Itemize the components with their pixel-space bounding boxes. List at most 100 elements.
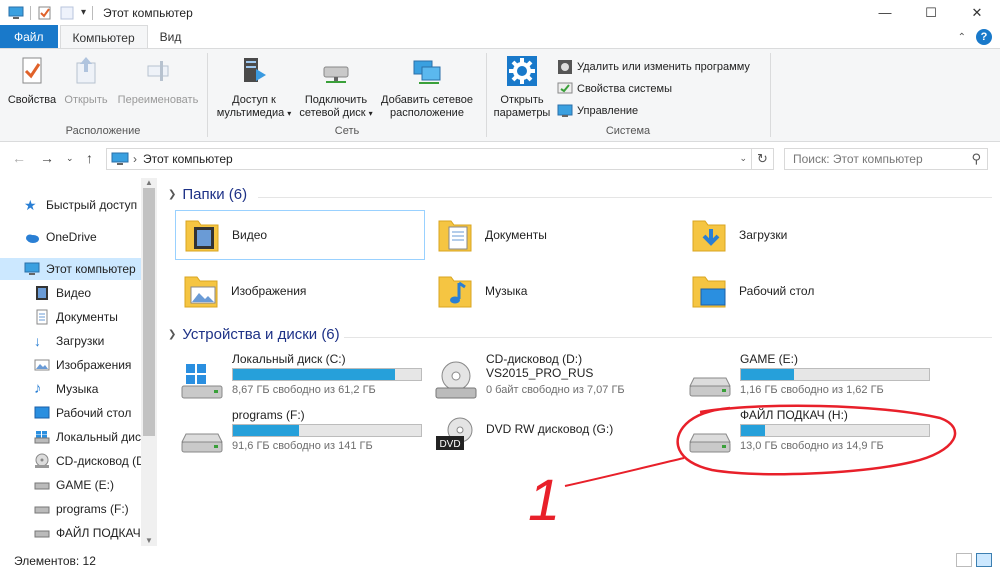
desktop-folder-icon xyxy=(692,276,726,308)
system-properties-label: Свойства системы xyxy=(577,83,673,95)
nav-item-onedrive[interactable]: OneDrive xyxy=(0,226,141,248)
download-arrow-icon: ↓ xyxy=(34,333,41,349)
folder-pictures[interactable]: Изображения xyxy=(175,266,425,316)
cd-drive-icon xyxy=(435,361,477,399)
folder-music[interactable]: Музыка xyxy=(429,266,679,316)
tab-computer[interactable]: Компьютер xyxy=(59,25,148,49)
close-button[interactable]: ✕ xyxy=(954,0,1000,25)
group-location: Свойства Открыть Переименовать Расположе… xyxy=(0,49,206,141)
group-system: Открыть параметры Удалить или изменить п… xyxy=(487,49,769,141)
manage-icon xyxy=(557,104,573,117)
minimize-button[interactable]: — xyxy=(862,0,908,25)
desktop-icon xyxy=(34,406,50,419)
properties-label: Свойства xyxy=(7,94,57,106)
folder-documents[interactable]: Документы xyxy=(429,210,679,260)
devices-section-header[interactable]: ❯ Устройства и диски (6) xyxy=(168,326,340,343)
drive-g[interactable]: DVD DVD RW дисковод (G:) xyxy=(428,408,678,460)
search-input[interactable]: Поиск: Этот компьютер xyxy=(793,152,971,166)
nav-item-local-disk-c[interactable]: Локальный дис xyxy=(0,426,141,448)
nav-item-label: Локальный дис xyxy=(56,430,141,444)
add-network-location-button[interactable]: Добавить сетевое расположение xyxy=(376,55,478,120)
tab-file[interactable]: Файл xyxy=(0,25,58,49)
nav-item-pictures[interactable]: Изображения xyxy=(0,354,141,376)
open-button[interactable]: Открыть xyxy=(60,55,112,107)
group-system-label: Система xyxy=(605,125,651,137)
nav-item-label: Изображения xyxy=(56,358,132,372)
nav-item-label: programs (F:) xyxy=(56,502,129,516)
scroll-down-icon[interactable]: ▼ xyxy=(141,536,157,546)
collapse-chevron-icon[interactable]: ❯ xyxy=(168,189,176,200)
nav-pane-scrollbar[interactable]: ▲ ▼ xyxy=(141,178,157,546)
details-view-icon[interactable] xyxy=(956,553,972,567)
manage-button[interactable]: Управление xyxy=(557,103,638,119)
search-box[interactable]: Поиск: Этот компьютер ⚲ xyxy=(784,148,988,170)
nav-item-quick-access[interactable]: ★ Быстрый доступ xyxy=(0,194,141,216)
nav-item-cd-drive-d[interactable]: CD-дисковод (D xyxy=(0,450,141,472)
properties-checkmark-icon[interactable] xyxy=(37,6,53,20)
nav-item-desktop[interactable]: Рабочий стол xyxy=(0,402,141,424)
media-access-label-2: мультимедиа ▾ xyxy=(216,107,292,119)
uninstall-program-button[interactable]: Удалить или изменить программу xyxy=(557,59,750,75)
window-title: Этот компьютер xyxy=(103,5,193,20)
nav-item-documents[interactable]: Документы xyxy=(0,306,141,328)
scroll-up-icon[interactable]: ▲ xyxy=(141,178,157,188)
media-server-icon xyxy=(244,58,266,82)
group-separator xyxy=(770,53,771,137)
nav-item-label: CD-дисковод (D xyxy=(56,454,141,468)
maximize-button[interactable]: ☐ xyxy=(908,0,954,25)
nav-item-label: OneDrive xyxy=(46,230,97,244)
rename-button[interactable]: Переименовать xyxy=(114,55,202,107)
open-label: Открыть xyxy=(64,94,108,106)
folder-downloads[interactable]: Загрузки xyxy=(683,210,933,260)
nav-item-swap-h[interactable]: ФАЙЛ ПОДКАЧ xyxy=(0,522,141,544)
drive-h[interactable]: ФАЙЛ ПОДКАЧ (H:) 13,0 ГБ свободно из 14,… xyxy=(682,408,932,460)
open-settings-button[interactable]: Открыть параметры xyxy=(489,55,555,120)
tab-view[interactable]: Вид xyxy=(148,25,194,49)
nav-item-downloads[interactable]: ↓ Загрузки xyxy=(0,330,141,352)
system-properties-button[interactable]: Свойства системы xyxy=(557,81,672,97)
properties-button[interactable]: Свойства xyxy=(6,55,58,107)
forward-arrow-icon[interactable]: → xyxy=(40,150,54,166)
address-bar[interactable]: › Этот компьютер ⌄ ↻ xyxy=(106,148,774,170)
drive-e[interactable]: GAME (E:) 1,16 ГБ свободно из 1,62 ГБ xyxy=(682,352,932,404)
collapse-chevron-icon[interactable]: ❯ xyxy=(168,329,176,340)
drive-name: Локальный диск (C:) xyxy=(232,352,346,366)
new-folder-icon[interactable] xyxy=(59,6,75,20)
open-settings-label-1: Открыть xyxy=(500,94,544,106)
music-folder-icon xyxy=(438,276,472,308)
drive-f[interactable]: programs (F:) 91,6 ГБ свободно из 141 ГБ xyxy=(174,408,424,460)
folder-desktop[interactable]: Рабочий стол xyxy=(683,266,933,316)
nav-item-programs-f[interactable]: programs (F:) xyxy=(0,498,141,520)
document-icon xyxy=(36,309,48,325)
nav-item-game-e[interactable]: GAME (E:) xyxy=(0,474,141,496)
search-icon[interactable]: ⚲ xyxy=(971,151,981,167)
customize-dropdown-icon[interactable]: ▾ xyxy=(81,7,86,18)
manage-label: Управление xyxy=(577,105,639,117)
breadcrumb-this-pc[interactable]: Этот компьютер xyxy=(143,152,233,166)
collapse-ribbon-icon[interactable]: ⌃ xyxy=(958,32,966,43)
folders-section-header[interactable]: ❯ Папки (6) xyxy=(168,186,247,203)
drive-d[interactable]: CD-дисковод (D:) VS2015_PRO_RUS 0 байт с… xyxy=(428,352,678,404)
media-access-button[interactable]: Доступ к мультимедиа ▾ xyxy=(212,55,296,120)
drive-c[interactable]: Локальный диск (C:) 8,67 ГБ свободно из … xyxy=(174,352,424,404)
navigation-pane: ★ Быстрый доступ OneDrive Этот компьютер… xyxy=(0,178,157,546)
system-properties-icon xyxy=(557,82,573,94)
scrollbar-thumb[interactable] xyxy=(143,188,155,436)
folder-videos[interactable]: Видео xyxy=(175,210,425,260)
map-network-drive-button[interactable]: Подключить сетевой диск ▾ xyxy=(296,55,376,120)
dvd-drive-icon: DVD xyxy=(436,417,473,450)
nav-item-videos[interactable]: Видео xyxy=(0,282,141,304)
address-dropdown-icon[interactable]: ⌄ xyxy=(739,153,747,164)
nav-item-music[interactable]: ♪ Музыка xyxy=(0,378,141,400)
drive-icon xyxy=(689,377,731,397)
breadcrumb-separator[interactable]: › xyxy=(133,152,137,166)
refresh-icon[interactable]: ↻ xyxy=(751,149,773,169)
help-icon[interactable]: ? xyxy=(976,29,992,45)
dvd-badge: DVD xyxy=(439,439,460,450)
drive-icon xyxy=(34,530,50,538)
recent-locations-dropdown-icon[interactable]: ⌄ xyxy=(66,153,74,164)
back-arrow-icon[interactable]: ← xyxy=(12,150,26,166)
large-icons-view-icon[interactable] xyxy=(976,553,992,567)
nav-item-this-pc[interactable]: Этот компьютер xyxy=(0,258,141,280)
up-arrow-icon[interactable]: ↑ xyxy=(86,150,93,166)
